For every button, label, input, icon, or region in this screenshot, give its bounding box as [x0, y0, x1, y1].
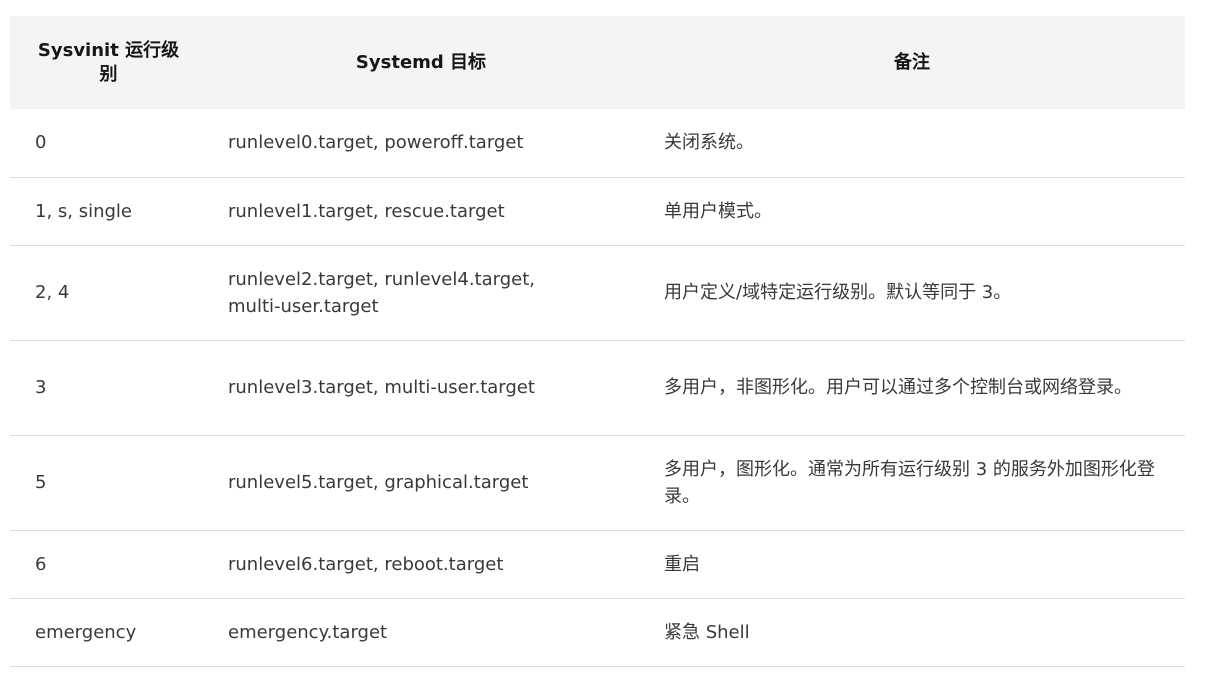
table-row: 5 runlevel5.target, graphical.target 多用户…	[10, 435, 1185, 531]
cell-systemd-target: emergency.target	[203, 598, 639, 667]
table-row: 0 runlevel0.target, poweroff.target 关闭系统…	[10, 109, 1185, 178]
cell-note: 用户定义/域特定运行级别。默认等同于 3。	[639, 245, 1185, 341]
cell-sysvinit: 5	[10, 435, 203, 531]
runlevel-mapping-table-container: Sysvinit 运行级别 Systemd 目标 备注 0 runlevel0.…	[10, 16, 1185, 667]
cell-note: 关闭系统。	[639, 109, 1185, 178]
cell-sysvinit: 1, s, single	[10, 177, 203, 246]
cell-note: 紧急 Shell	[639, 598, 1185, 667]
cell-systemd-target: runlevel2.target, runlevel4.target, mult…	[203, 245, 639, 341]
cell-systemd-target: runlevel6.target, reboot.target	[203, 530, 639, 599]
cell-sysvinit: 0	[10, 109, 203, 178]
header-note: 备注	[894, 51, 930, 73]
table-body: 0 runlevel0.target, poweroff.target 关闭系统…	[10, 109, 1185, 667]
table-row: 3 runlevel3.target, multi-user.target 多用…	[10, 340, 1185, 436]
table-row: emergency emergency.target 紧急 Shell	[10, 598, 1185, 667]
cell-note: 单用户模式。	[639, 177, 1185, 246]
cell-sysvinit: emergency	[10, 598, 203, 667]
cell-systemd-target: runlevel5.target, graphical.target	[203, 435, 639, 531]
cell-systemd-target: runlevel0.target, poweroff.target	[203, 109, 639, 178]
cell-note: 重启	[639, 530, 1185, 599]
cell-sysvinit: 6	[10, 530, 203, 599]
header-row: Sysvinit 运行级别 Systemd 目标 备注	[10, 16, 1185, 109]
cell-note: 多用户，非图形化。用户可以通过多个控制台或网络登录。	[639, 340, 1185, 436]
table-row: 2, 4 runlevel2.target, runlevel4.target,…	[10, 245, 1185, 341]
cell-note: 多用户，图形化。通常为所有运行级别 3 的服务外加图形化登录。	[639, 435, 1185, 531]
table-row: 1, s, single runlevel1.target, rescue.ta…	[10, 177, 1185, 246]
header-sysvinit-runlevel: Sysvinit 运行级别	[37, 39, 180, 85]
header-systemd-target: Systemd 目标	[355, 51, 487, 73]
cell-systemd-target: runlevel1.target, rescue.target	[203, 177, 639, 246]
table-header: Sysvinit 运行级别 Systemd 目标 备注	[10, 16, 1185, 109]
cell-sysvinit: 2, 4	[10, 245, 203, 341]
cell-systemd-target: runlevel3.target, multi-user.target	[203, 340, 639, 436]
cell-sysvinit: 3	[10, 340, 203, 436]
table-row: 6 runlevel6.target, reboot.target 重启	[10, 530, 1185, 599]
runlevel-mapping-table: Sysvinit 运行级别 Systemd 目标 备注 0 runlevel0.…	[10, 16, 1185, 667]
